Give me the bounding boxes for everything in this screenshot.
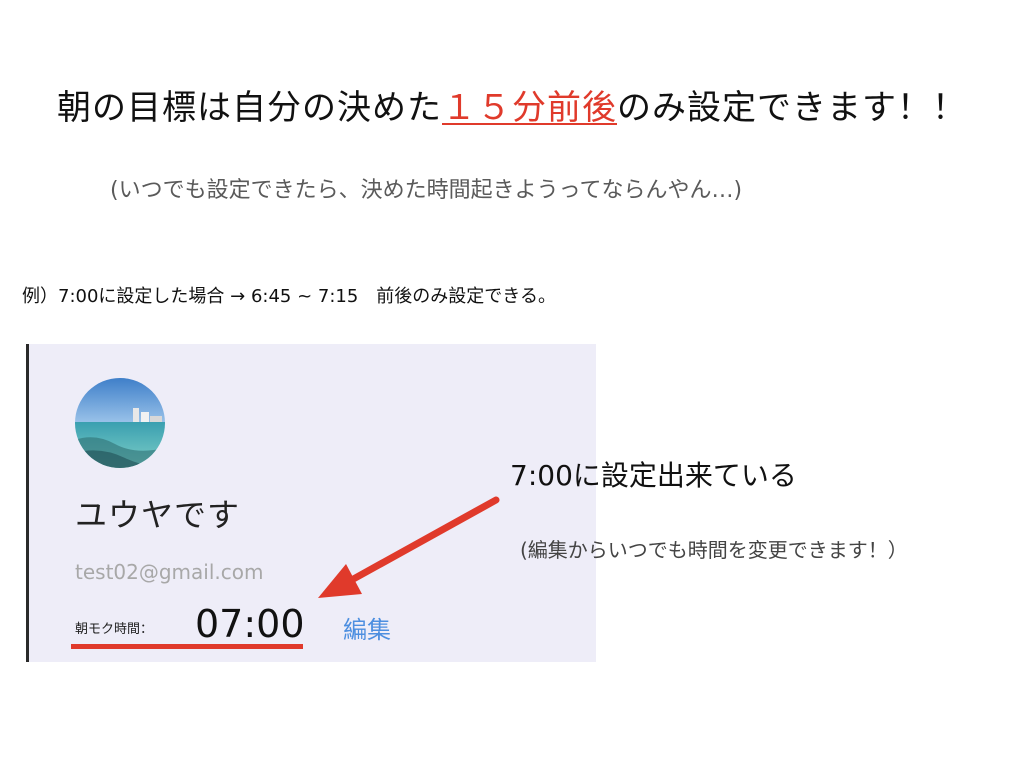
- username: ユウヤです: [75, 496, 241, 534]
- headline-accent: １５分前後: [442, 88, 617, 128]
- subnote: (いつでも設定できたら、決めた時間起きようってならんやん…): [110, 178, 743, 203]
- headline: 朝の目標は自分の決めた１５分前後のみ設定できます！！: [0, 80, 1024, 129]
- headline-start: 朝の目標は自分の決めた: [57, 88, 442, 128]
- headline-end: のみ設定できます！！: [617, 88, 967, 128]
- example-text: 例）7:00に設定した場合 → 6:45 ~ 7:15 前後のみ設定できる。: [22, 286, 556, 307]
- callout-title: 7:00に設定出来ている: [510, 459, 797, 492]
- email: test02@gmail.com: [75, 560, 264, 584]
- morning-time-value: 07:00: [195, 602, 305, 646]
- callout-note: (編集からいつでも時間を変更できます！）: [520, 538, 908, 562]
- time-highlight-underline: [71, 644, 303, 649]
- edit-button[interactable]: 編集: [343, 610, 391, 645]
- slide: 朝の目標は自分の決めた１５分前後のみ設定できます！！ (いつでも設定できたら、決…: [0, 0, 1024, 768]
- beach-photo-avatar-icon: [75, 378, 165, 468]
- profile-panel: ユウヤです test02@gmail.com 朝モク時間： 07:00 編集: [26, 344, 596, 662]
- morning-time-label: 朝モク時間：: [75, 622, 154, 637]
- avatar: [75, 378, 165, 468]
